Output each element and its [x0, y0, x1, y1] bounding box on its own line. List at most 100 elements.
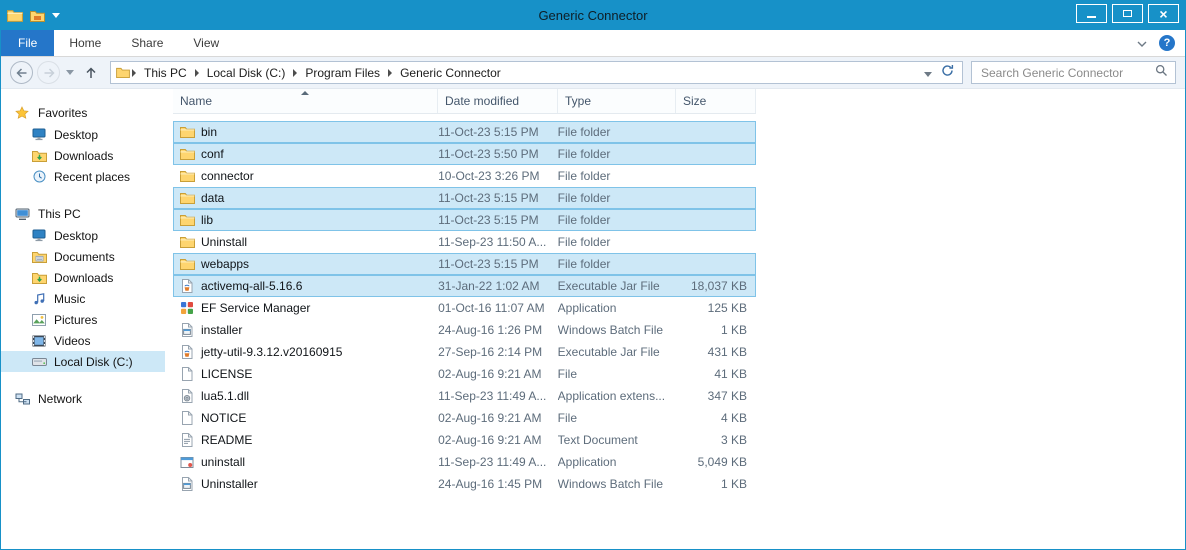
sidebar-item-videos[interactable]: Videos [1, 330, 165, 351]
sidebar-item-desktop[interactable]: Desktop [1, 124, 165, 145]
up-button[interactable] [80, 62, 102, 84]
breadcrumb-chevron-icon[interactable] [293, 69, 297, 77]
sidebar-item-downloads[interactable]: Downloads [1, 267, 165, 288]
sort-ascending-icon [301, 91, 309, 95]
caption-buttons: × [1076, 4, 1179, 23]
refresh-icon[interactable] [941, 64, 954, 82]
file-row-lib[interactable]: lib11-Oct-23 5:15 PMFile folder [173, 209, 756, 231]
file-type: File [558, 367, 676, 381]
file-row-conf[interactable]: conf11-Oct-23 5:50 PMFile folder [173, 143, 756, 165]
file-type: File folder [558, 125, 676, 139]
forward-button[interactable] [37, 61, 60, 84]
file-name-cell: NOTICE [174, 411, 438, 425]
file-type: Application [558, 455, 676, 469]
file-name: LICENSE [201, 367, 252, 381]
file-row-notice[interactable]: NOTICE02-Aug-16 9:21 AMFile4 KB [173, 407, 756, 429]
file-row-ef-service-manager[interactable]: EF Service Manager01-Oct-16 11:07 AMAppl… [173, 297, 756, 319]
qat-dropdown-icon[interactable] [52, 13, 60, 18]
file-name-cell: connector [174, 169, 438, 183]
file-date-modified: 31-Jan-22 1:02 AM [438, 279, 558, 293]
file-row-license[interactable]: LICENSE02-Aug-16 9:21 AMFile41 KB [173, 363, 756, 385]
file-row-readme[interactable]: README02-Aug-16 9:21 AMText Document3 KB [173, 429, 756, 451]
tab-home[interactable]: Home [54, 30, 116, 56]
sidebar-item-local-disk-c[interactable]: Local Disk (C:) [1, 351, 165, 372]
column-header-label: Date modified [445, 94, 519, 108]
sidebar-item-desktop[interactable]: Desktop [1, 225, 165, 246]
sidebar-item-label: Videos [54, 334, 90, 348]
sidebar-group-network[interactable]: Network [1, 388, 165, 410]
file-type: Windows Batch File [558, 323, 676, 337]
file-row-uninstall[interactable]: uninstall11-Sep-23 11:49 A...Application… [173, 451, 756, 473]
breadcrumb-folder-icon[interactable] [116, 67, 130, 78]
file-row-installer[interactable]: installer24-Aug-16 1:26 PMWindows Batch … [173, 319, 756, 341]
column-header-name[interactable]: Name [173, 89, 438, 113]
file-date-modified: 11-Oct-23 5:15 PM [438, 191, 558, 205]
tab-file[interactable]: File [1, 30, 54, 56]
breadcrumb-chevron-icon[interactable] [388, 69, 392, 77]
file-row-uninstall[interactable]: Uninstall11-Sep-23 11:50 A...File folder [173, 231, 756, 253]
file-row-data[interactable]: data11-Oct-23 5:15 PMFile folder [173, 187, 756, 209]
file-name: uninstall [201, 455, 245, 469]
file-row-bin[interactable]: bin11-Oct-23 5:15 PMFile folder [173, 121, 756, 143]
file-name-cell: Uninstall [174, 235, 438, 249]
column-header-type[interactable]: Type [558, 89, 676, 113]
sidebar-item-music[interactable]: Music [1, 288, 165, 309]
sidebar-group-gap [1, 372, 165, 388]
minimize-button[interactable] [1076, 4, 1107, 23]
breadcrumb-item-program-files[interactable]: Program Files [299, 66, 386, 80]
breadcrumb-item-local-disk-c[interactable]: Local Disk (C:) [201, 66, 292, 80]
file-row-jetty-util-9-3-12-v20160915[interactable]: jetty-util-9.3.12.v2016091527-Sep-16 2:1… [173, 341, 756, 363]
back-button[interactable] [10, 61, 33, 84]
search-icon[interactable] [1155, 64, 1168, 82]
search-input[interactable] [979, 65, 1155, 81]
tab-share[interactable]: Share [116, 30, 178, 56]
file-name: lua5.1.dll [201, 389, 249, 403]
downloads-folder-icon [31, 150, 47, 162]
folder-icon [179, 192, 195, 204]
help-icon[interactable]: ? [1159, 35, 1175, 51]
sidebar-item-label: Desktop [54, 128, 98, 142]
qat-folder-icon[interactable] [30, 10, 45, 22]
close-button[interactable]: × [1148, 4, 1179, 23]
file-name: activemq-all-5.16.6 [201, 279, 302, 293]
file-date-modified: 11-Sep-23 11:49 A... [438, 389, 558, 403]
breadcrumb-chevron-icon[interactable] [195, 69, 199, 77]
sidebar-item-documents[interactable]: Documents [1, 246, 165, 267]
sidebar-item-downloads[interactable]: Downloads [1, 145, 165, 166]
breadcrumb-item-generic-connector[interactable]: Generic Connector [394, 66, 507, 80]
file-row-activemq-all-5-16-6[interactable]: activemq-all-5.16.631-Jan-22 1:02 AMExec… [173, 275, 756, 297]
file-row-webapps[interactable]: webapps11-Oct-23 5:15 PMFile folder [173, 253, 756, 275]
file-type: File folder [558, 147, 676, 161]
file-date-modified: 11-Oct-23 5:15 PM [438, 257, 558, 271]
maximize-button[interactable] [1112, 4, 1143, 23]
recent-locations-chevron-icon[interactable] [64, 70, 76, 75]
file-row-uninstaller[interactable]: Uninstaller24-Aug-16 1:45 PMWindows Batc… [173, 473, 756, 495]
breadcrumb-end-controls [924, 64, 957, 82]
breadcrumb-chevron-icon[interactable] [132, 69, 136, 77]
column-header-size[interactable]: Size [676, 89, 756, 113]
breadcrumb-item-this-pc[interactable]: This PC [138, 66, 193, 80]
sidebar-group-this-pc[interactable]: This PC [1, 203, 165, 225]
explorer-app-icon[interactable] [7, 9, 23, 22]
file-date-modified: 11-Sep-23 11:50 A... [438, 235, 558, 249]
file-name-cell: EF Service Manager [174, 301, 438, 315]
file-name: Uninstaller [201, 477, 258, 491]
address-history-chevron-icon[interactable] [924, 64, 932, 82]
expand-ribbon-chevron-icon[interactable] [1137, 34, 1147, 52]
file-row-lua5-1-dll[interactable]: lua5.1.dll11-Sep-23 11:49 A...Applicatio… [173, 385, 756, 407]
desktop-monitor-icon [31, 128, 47, 141]
tab-view[interactable]: View [178, 30, 234, 56]
sidebar-item-pictures[interactable]: Pictures [1, 309, 165, 330]
file-type: Windows Batch File [558, 477, 676, 491]
file-row-connector[interactable]: connector10-Oct-23 3:26 PMFile folder [173, 165, 756, 187]
column-header-date-modified[interactable]: Date modified [438, 89, 558, 113]
file-name: bin [201, 125, 217, 139]
column-header-label: Name [180, 94, 212, 108]
sidebar-group-favorites[interactable]: Favorites [1, 102, 165, 124]
file-type: File folder [558, 257, 676, 271]
sidebar-item-recent-places[interactable]: Recent places [1, 166, 165, 187]
close-icon: × [1159, 7, 1167, 21]
file-name: NOTICE [201, 411, 246, 425]
column-header-label: Type [565, 94, 591, 108]
file-type: File folder [558, 169, 676, 183]
